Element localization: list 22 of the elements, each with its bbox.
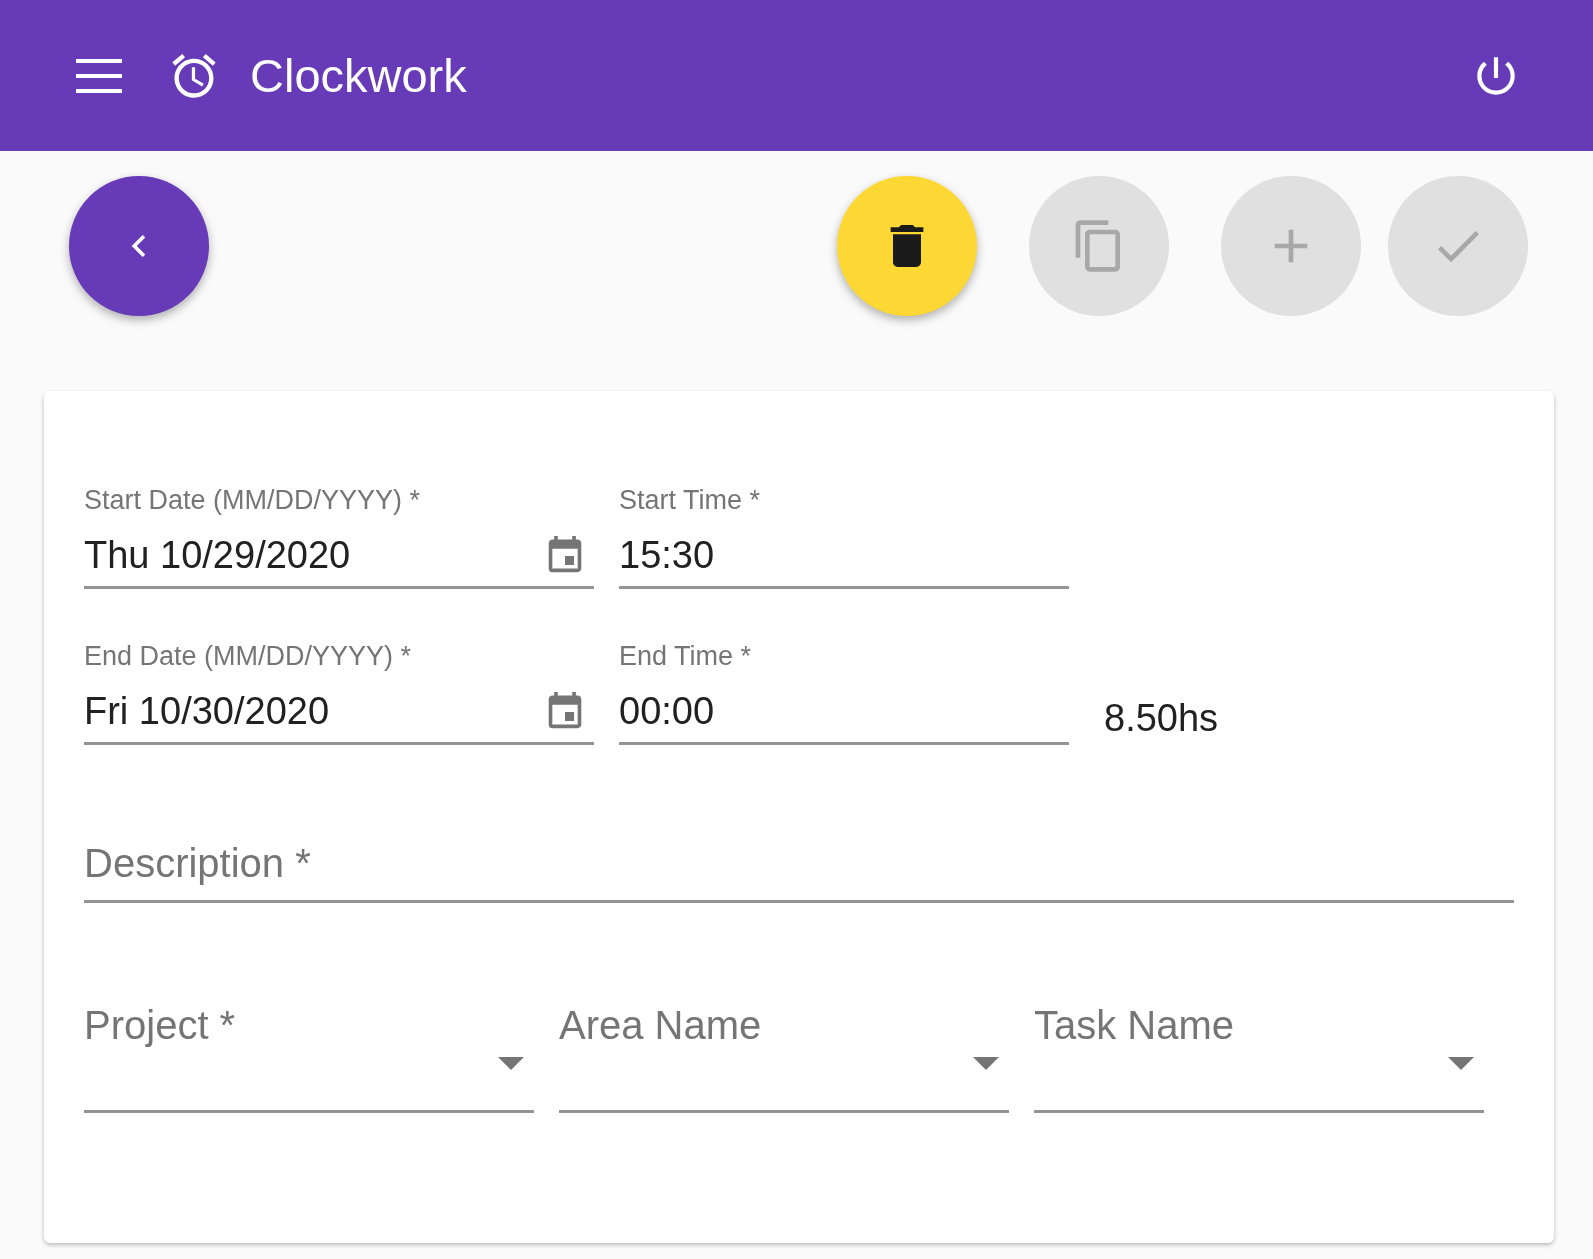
- caret-icon: [498, 1057, 524, 1070]
- dropdown-field[interactable]: Project *: [84, 983, 534, 1113]
- field-label: End Time *: [619, 641, 753, 672]
- field-label: End Date (MM/DD/YYYY) *: [84, 641, 413, 672]
- menu-icon[interactable]: [76, 58, 122, 93]
- calendar-icon[interactable]: [548, 692, 582, 730]
- time-field[interactable]: 15:30: [619, 524, 1069, 589]
- description-field[interactable]: Description *: [84, 833, 1514, 903]
- caret-icon: [1448, 1057, 1474, 1070]
- dropdown-field[interactable]: Area Name: [559, 983, 1009, 1113]
- caret-icon: [973, 1057, 999, 1070]
- duration-text: 8.50hs: [1104, 696, 1219, 740]
- date-field[interactable]: Fri 10/30/2020: [84, 680, 594, 745]
- field-label: Start Time *: [619, 485, 762, 516]
- calendar-icon[interactable]: [548, 536, 582, 574]
- delete-button[interactable]: [837, 176, 977, 316]
- time-field[interactable]: 00:00: [619, 680, 1069, 745]
- back-button[interactable]: [69, 176, 209, 316]
- dropdown-field[interactable]: Task Name: [1034, 983, 1484, 1113]
- field-label: Start Date (MM/DD/YYYY) *: [84, 485, 422, 516]
- date-field[interactable]: Thu 10/29/2020: [84, 524, 594, 589]
- app-title: Clockwork: [250, 48, 468, 103]
